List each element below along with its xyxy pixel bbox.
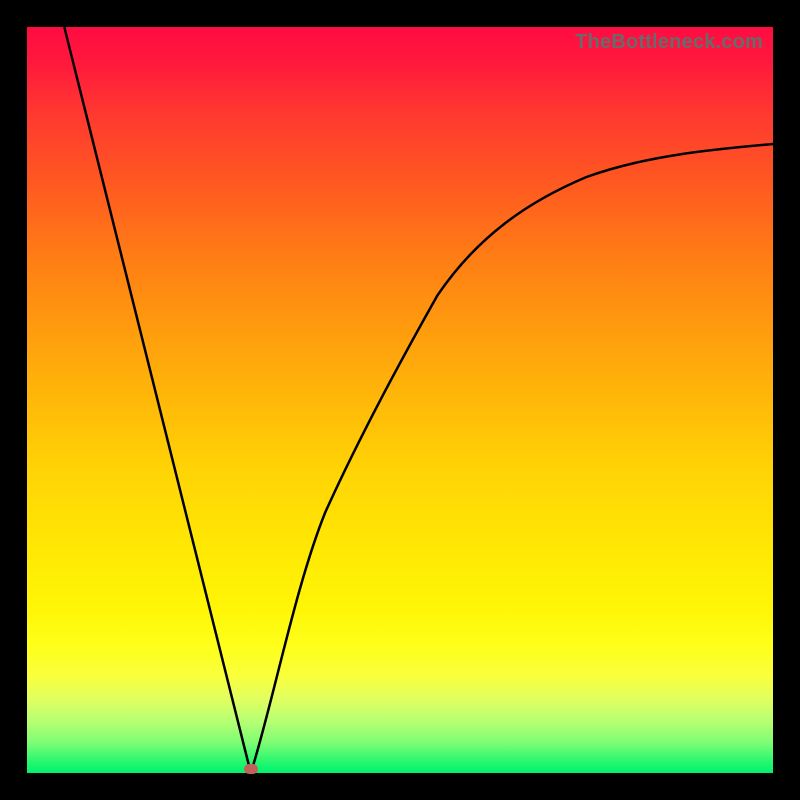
plot-area: TheBottleneck.com [27,27,773,773]
curve-right [251,144,773,773]
minimum-marker [244,764,258,774]
watermark-text: TheBottleneck.com [575,31,763,54]
chart-curve [27,27,773,773]
curve-left [64,27,251,773]
